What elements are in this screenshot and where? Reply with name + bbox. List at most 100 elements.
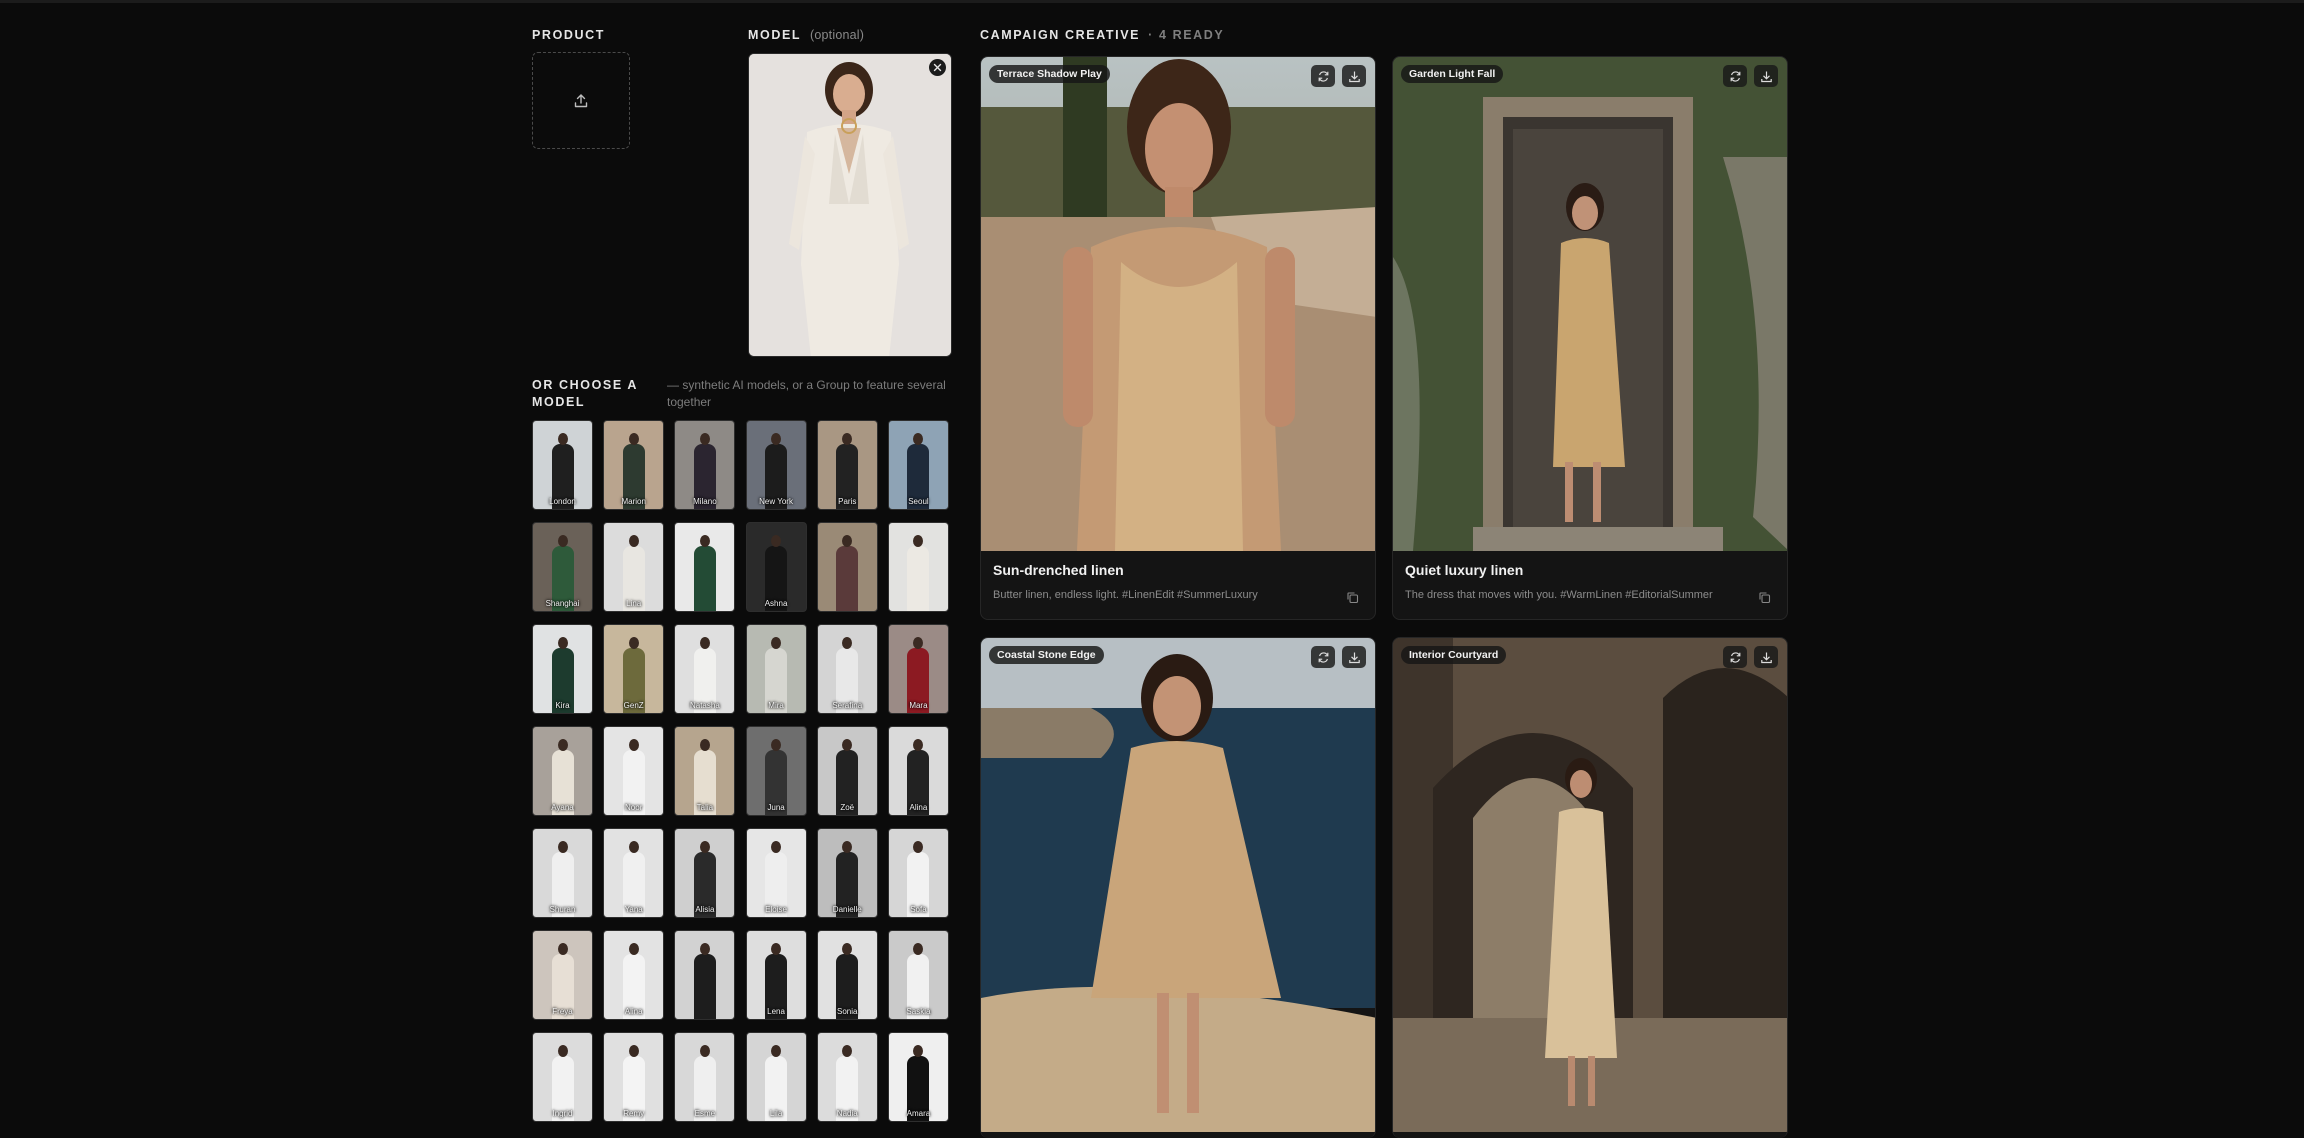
model-option-tile[interactable]	[887, 522, 949, 612]
model-option-tile[interactable]: Lila	[745, 1032, 807, 1122]
model-option-tile[interactable]: Shanghai	[532, 522, 593, 612]
creative-image[interactable]: Garden Light Fall	[1393, 57, 1787, 551]
model-option-tile[interactable]: Saskia	[887, 930, 949, 1020]
copy-icon	[1758, 591, 1770, 603]
regenerate-button[interactable]	[1311, 646, 1335, 668]
model-thumbnail	[692, 535, 718, 611]
copy-icon	[1346, 591, 1358, 603]
model-option-tile[interactable]: Paris	[816, 420, 878, 510]
creative-label: CAMPAIGN CREATIVE · 4 READY	[980, 28, 1224, 42]
model-option-name: Lila	[769, 1109, 783, 1118]
creative-image[interactable]: Terrace Shadow Play	[981, 57, 1375, 551]
model-option-tile[interactable]: Kira	[532, 624, 593, 714]
model-option-tile[interactable]: GenZ	[603, 624, 665, 714]
scene-chip: Coastal Stone Edge	[989, 646, 1104, 664]
creative-card: Terrace Shadow Play Sun-drenched linen B…	[980, 56, 1376, 620]
model-option-tile[interactable]: London	[532, 420, 593, 510]
model-option-tile[interactable]: Remy	[603, 1032, 665, 1122]
model-option-tile[interactable]: Freya	[532, 930, 593, 1020]
model-option-name: Shanghai	[545, 599, 580, 608]
creative-image[interactable]: Coastal Stone Edge	[981, 638, 1375, 1132]
download-icon	[1760, 71, 1772, 82]
model-option-tile[interactable]: Sonia	[816, 930, 878, 1020]
model-option-name: Esme	[694, 1109, 716, 1118]
model-option-name: Natasha	[689, 701, 720, 710]
download-button[interactable]	[1342, 65, 1366, 87]
model-option-name: Alina	[909, 803, 928, 812]
model-option-tile[interactable]: Sofa	[887, 828, 949, 918]
model-option-tile[interactable]: Marion	[603, 420, 665, 510]
creative-card: Interior Courtyard	[1392, 637, 1788, 1138]
download-icon	[1348, 652, 1360, 663]
model-option-tile[interactable]: Seoul	[887, 420, 949, 510]
product-upload-button[interactable]	[532, 52, 630, 149]
model-option-tile[interactable]: Milano	[674, 420, 736, 510]
model-option-tile[interactable]: Lena	[745, 930, 807, 1020]
creative-label-text: CAMPAIGN CREATIVE	[980, 28, 1141, 42]
card-caption: The dress that moves with you. #WarmLine…	[1405, 589, 1713, 601]
model-option-tile[interactable]: Amara	[887, 1032, 949, 1122]
regenerate-button[interactable]	[1311, 65, 1335, 87]
model-option-tile[interactable]: Zoë	[816, 726, 878, 816]
refresh-icon	[1730, 651, 1740, 663]
model-option-name: New York	[759, 497, 793, 506]
refresh-icon	[1318, 651, 1328, 663]
scene-chip: Garden Light Fall	[1401, 65, 1504, 83]
model-option-tile[interactable]: Shuran	[532, 828, 593, 918]
model-option-name: Saskia	[906, 1007, 931, 1016]
model-option-tile[interactable]: Serafina	[816, 624, 878, 714]
model-label-text: MODEL	[748, 28, 801, 42]
model-preview-image	[749, 54, 951, 356]
card-title: Quiet luxury linen	[1405, 562, 1524, 578]
model-option-tile[interactable]: Talia	[674, 726, 736, 816]
card-title: Sun-drenched linen	[993, 562, 1124, 578]
model-option-name: Seoul	[908, 497, 929, 506]
creative-image[interactable]: Interior Courtyard	[1393, 638, 1787, 1132]
model-option-tile[interactable]: Yana	[603, 828, 665, 918]
model-option-tile[interactable]: Danielle	[816, 828, 878, 918]
copy-caption-button[interactable]	[1756, 589, 1772, 605]
model-option-tile[interactable]: Alisia	[674, 828, 736, 918]
product-label: PRODUCT	[532, 28, 606, 42]
model-option-tile[interactable]: Mara	[887, 624, 949, 714]
model-option-tile[interactable]	[674, 522, 736, 612]
model-option-name: Ingrid	[552, 1109, 573, 1118]
scene-chip: Terrace Shadow Play	[989, 65, 1110, 83]
model-option-name: Yana	[624, 905, 643, 914]
model-option-name: Kira	[555, 701, 570, 710]
model-option-name: Marion	[621, 497, 646, 506]
model-option-name: Nadia	[836, 1109, 858, 1118]
selected-model-preview	[748, 53, 952, 357]
model-option-tile[interactable]: Juna	[745, 726, 807, 816]
regenerate-button[interactable]	[1723, 646, 1747, 668]
creative-status: · 4 READY	[1148, 28, 1225, 42]
model-option-tile[interactable]: Alina	[603, 930, 665, 1020]
regenerate-button[interactable]	[1723, 65, 1747, 87]
model-option-tile[interactable]: Mira	[745, 624, 807, 714]
model-option-tile[interactable]: Eloise	[745, 828, 807, 918]
model-option-tile[interactable]: Lina	[603, 522, 665, 612]
model-option-tile[interactable]: Ayana	[532, 726, 593, 816]
model-option-tile[interactable]	[816, 522, 878, 612]
model-grid: London Marion Milano New York Paris Seoul Shan…	[532, 420, 954, 1122]
remove-model-button[interactable]	[929, 59, 946, 76]
model-option-tile[interactable]: Natasha	[674, 624, 736, 714]
copy-caption-button[interactable]	[1344, 589, 1360, 605]
model-option-name: Milano	[693, 497, 717, 506]
model-option-tile[interactable]: Alina	[887, 726, 949, 816]
model-option-tile[interactable]: Ingrid	[532, 1032, 593, 1122]
model-option-name: Amara	[906, 1109, 931, 1118]
download-button[interactable]	[1754, 65, 1778, 87]
model-option-tile[interactable]: New York	[745, 420, 807, 510]
model-option-tile[interactable]: Ashna	[745, 522, 807, 612]
model-option-tile[interactable]: Esme	[674, 1032, 736, 1122]
creative-card: Garden Light Fall Quiet luxury linen The…	[1392, 56, 1788, 620]
model-option-name: Lena	[767, 1007, 785, 1016]
model-option-tile[interactable]	[674, 930, 736, 1020]
download-button[interactable]	[1342, 646, 1366, 668]
download-button[interactable]	[1754, 646, 1778, 668]
model-option-name: Ayana	[551, 803, 574, 812]
model-option-tile[interactable]: Noor	[603, 726, 665, 816]
model-option-tile[interactable]: Nadia	[816, 1032, 878, 1122]
refresh-icon	[1318, 70, 1328, 82]
